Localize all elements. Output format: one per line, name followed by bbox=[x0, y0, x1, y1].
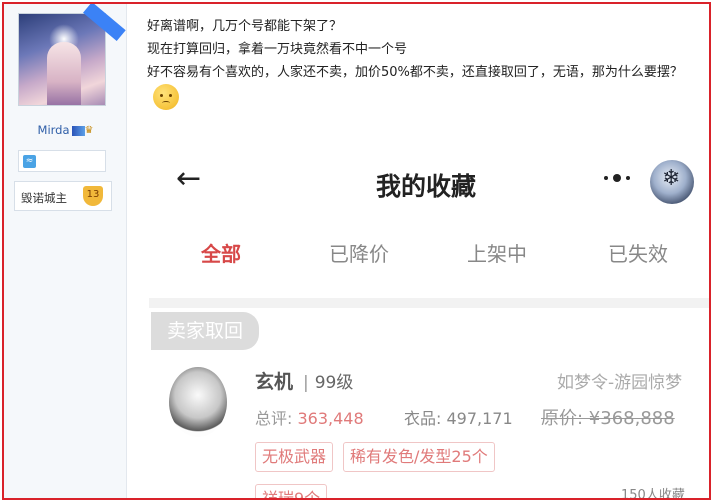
item-tag: 稀有发色/发型25个 bbox=[343, 442, 495, 472]
section-divider bbox=[149, 298, 709, 308]
level-title: 毁诺城主 bbox=[21, 191, 67, 205]
vip-badge-icon bbox=[71, 125, 85, 136]
dot-icon bbox=[613, 174, 621, 182]
username-text[interactable]: Mirda bbox=[38, 123, 70, 137]
level-box: 毁诺城主 13 bbox=[14, 181, 112, 211]
dot-icon bbox=[604, 176, 608, 180]
item-server: 如梦令-游园惊梦 bbox=[557, 373, 683, 393]
tab-on-sale[interactable]: 上架中 bbox=[467, 238, 527, 267]
tab-price-dropped[interactable]: 已降价 bbox=[329, 238, 389, 267]
post-line-3: 好不容易有个喜欢的，人家还不卖，加价50%都不卖，还直接取回了，无语，那为什么要… bbox=[147, 61, 707, 110]
post-line-3-text: 好不容易有个喜欢的，人家还不卖，加价50%都不卖，还直接取回了，无语，那为什么要… bbox=[147, 65, 683, 80]
post-content: 好离谱啊，几万个号都能下架了？ 现在打算回归，拿着一万块竟然看不中一个号 好不容… bbox=[147, 15, 707, 110]
item-gear-score: 衣品: 497,171 bbox=[404, 409, 513, 428]
post-line-1: 好离谱啊，几万个号都能下架了？ bbox=[147, 19, 343, 34]
favorites-count: 150人收藏 bbox=[621, 488, 685, 500]
screenshot-title: 我的收藏 bbox=[376, 172, 477, 201]
sign-box: ≈ bbox=[18, 150, 106, 172]
user-sidebar: Mirda ♛ ≈ 毁诺城主 13 bbox=[4, 4, 127, 498]
arrow-left-icon[interactable]: ← bbox=[176, 164, 201, 194]
collection-tabs: 全部 已降价 上架中 已失效 bbox=[149, 234, 709, 274]
username[interactable]: Mirda ♛ bbox=[4, 123, 127, 137]
item-score: 总评: 363,448 bbox=[255, 405, 364, 429]
score-label: 总评: bbox=[255, 409, 293, 428]
user-avatar[interactable] bbox=[18, 13, 106, 106]
item-level: 99级 bbox=[301, 368, 354, 393]
more-options-icon[interactable] bbox=[604, 173, 634, 183]
item-character-avatar[interactable] bbox=[169, 367, 227, 437]
post-line-2: 现在打算回归，拿着一万块竟然看不中一个号 bbox=[147, 42, 408, 57]
item-tag: 无极武器 bbox=[255, 442, 334, 472]
dot-icon bbox=[626, 176, 630, 180]
item-original-price: 原价: ¥368,888 bbox=[541, 408, 675, 429]
tab-all[interactable]: 全部 bbox=[201, 238, 241, 267]
status-badge: 卖家取回 bbox=[151, 312, 259, 350]
post-frame: Mirda ♛ ≈ 毁诺城主 13 好离谱啊，几万个号都能下架了？ 现在打算回归，… bbox=[2, 2, 711, 500]
item-name[interactable]: 玄机 bbox=[255, 367, 293, 394]
speechless-emoji-icon bbox=[153, 84, 179, 110]
tab-expired[interactable]: 已失效 bbox=[608, 238, 668, 267]
aquarius-icon: ≈ bbox=[23, 155, 36, 168]
level-badge: 13 bbox=[83, 186, 103, 206]
profile-avatar[interactable] bbox=[650, 160, 694, 204]
item-tag: 祥瑞9个 bbox=[255, 484, 328, 498]
crown-icon: ♛ bbox=[84, 125, 94, 136]
embedded-screenshot: ← 我的收藏 全部 已降价 上架中 已失效 卖家取回 玄机 99级 如梦令-游园… bbox=[149, 134, 709, 500]
score-value: 363,448 bbox=[297, 409, 364, 428]
avatar-figure bbox=[47, 42, 81, 105]
